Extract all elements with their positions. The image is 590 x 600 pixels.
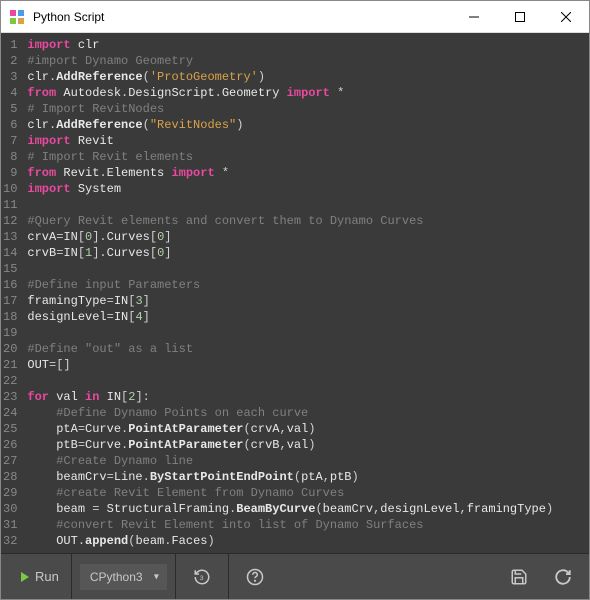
revert-button[interactable] (545, 559, 581, 595)
minimize-button[interactable] (451, 1, 497, 33)
code-line[interactable]: OUT.append(beam.Faces) (27, 533, 583, 549)
code-line[interactable]: OUT=[] (27, 357, 583, 373)
line-number: 1 (3, 37, 17, 53)
reset-button[interactable]: 3 (184, 559, 220, 595)
line-number: 23 (3, 389, 17, 405)
line-number: 18 (3, 309, 17, 325)
line-number: 30 (3, 501, 17, 517)
code-line[interactable] (27, 373, 583, 389)
code-area[interactable]: import clr#import Dynamo Geometryclr.Add… (21, 33, 589, 553)
code-line[interactable]: crvB=IN[1].Curves[0] (27, 245, 583, 261)
line-number: 26 (3, 437, 17, 453)
line-number: 32 (3, 533, 17, 549)
play-icon (21, 572, 29, 582)
app-icon (9, 9, 25, 25)
run-button[interactable]: Run (9, 554, 72, 599)
code-line[interactable]: #create Revit Element from Dynamo Curves (27, 485, 583, 501)
engine-select[interactable]: CPython3 (80, 564, 167, 590)
divider (175, 554, 176, 599)
help-button[interactable] (237, 559, 273, 595)
code-line[interactable]: for val in IN[2]: (27, 389, 583, 405)
line-number: 15 (3, 261, 17, 277)
line-number: 10 (3, 181, 17, 197)
code-line[interactable]: ptB=Curve.PointAtParameter(crvB,val) (27, 437, 583, 453)
line-number: 29 (3, 485, 17, 501)
divider (228, 554, 229, 599)
code-line[interactable]: from Autodesk.DesignScript.Geometry impo… (27, 85, 583, 101)
titlebar: Python Script (1, 1, 589, 33)
line-number: 8 (3, 149, 17, 165)
code-line[interactable]: beamCrv=Line.ByStartPointEndPoint(ptA,pt… (27, 469, 583, 485)
code-editor[interactable]: 1234567891011121314151617181920212223242… (1, 33, 589, 553)
code-line[interactable]: clr.AddReference("RevitNodes") (27, 117, 583, 133)
line-number: 5 (3, 101, 17, 117)
save-button[interactable] (501, 559, 537, 595)
code-line[interactable]: #Define input Parameters (27, 277, 583, 293)
engine-dropdown[interactable]: CPython3 (80, 564, 167, 590)
line-number: 19 (3, 325, 17, 341)
code-line[interactable]: beam = StructuralFraming.BeamByCurve(bea… (27, 501, 583, 517)
close-button[interactable] (543, 1, 589, 33)
code-line[interactable] (27, 197, 583, 213)
code-line[interactable]: clr.AddReference('ProtoGeometry') (27, 69, 583, 85)
line-number: 31 (3, 517, 17, 533)
line-number: 24 (3, 405, 17, 421)
code-line[interactable]: designLevel=IN[4] (27, 309, 583, 325)
line-number: 13 (3, 229, 17, 245)
code-line[interactable]: #Define Dynamo Points on each curve (27, 405, 583, 421)
line-number: 3 (3, 69, 17, 85)
line-number: 2 (3, 53, 17, 69)
line-number: 14 (3, 245, 17, 261)
code-line[interactable]: #Create Dynamo line (27, 453, 583, 469)
code-line[interactable] (27, 261, 583, 277)
code-line[interactable]: #convert Revit Element into list of Dyna… (27, 517, 583, 533)
line-number: 22 (3, 373, 17, 389)
line-number: 28 (3, 469, 17, 485)
line-number: 17 (3, 293, 17, 309)
line-number: 6 (3, 117, 17, 133)
run-label: Run (35, 569, 59, 584)
code-line[interactable]: # Import RevitNodes (27, 101, 583, 117)
svg-text:3: 3 (200, 575, 204, 582)
code-line[interactable]: import System (27, 181, 583, 197)
statusbar: Run CPython3 3 (1, 553, 589, 599)
line-number: 16 (3, 277, 17, 293)
code-line[interactable]: #Define "out" as a list (27, 341, 583, 357)
line-number: 11 (3, 197, 17, 213)
window-title: Python Script (33, 10, 451, 24)
line-number: 9 (3, 165, 17, 181)
line-gutter: 1234567891011121314151617181920212223242… (1, 33, 21, 553)
line-number: 21 (3, 357, 17, 373)
code-line[interactable]: ptA=Curve.PointAtParameter(crvA,val) (27, 421, 583, 437)
maximize-button[interactable] (497, 1, 543, 33)
code-line[interactable]: import clr (27, 37, 583, 53)
code-line[interactable]: framingType=IN[3] (27, 293, 583, 309)
line-number: 4 (3, 85, 17, 101)
line-number: 7 (3, 133, 17, 149)
code-line[interactable]: crvA=IN[0].Curves[0] (27, 229, 583, 245)
code-line[interactable] (27, 325, 583, 341)
code-line[interactable]: from Revit.Elements import * (27, 165, 583, 181)
code-line[interactable]: #Query Revit elements and convert them t… (27, 213, 583, 229)
line-number: 27 (3, 453, 17, 469)
code-line[interactable]: # Import Revit elements (27, 149, 583, 165)
line-number: 20 (3, 341, 17, 357)
line-number: 25 (3, 421, 17, 437)
code-line[interactable]: import Revit (27, 133, 583, 149)
line-number: 12 (3, 213, 17, 229)
code-line[interactable]: #import Dynamo Geometry (27, 53, 583, 69)
